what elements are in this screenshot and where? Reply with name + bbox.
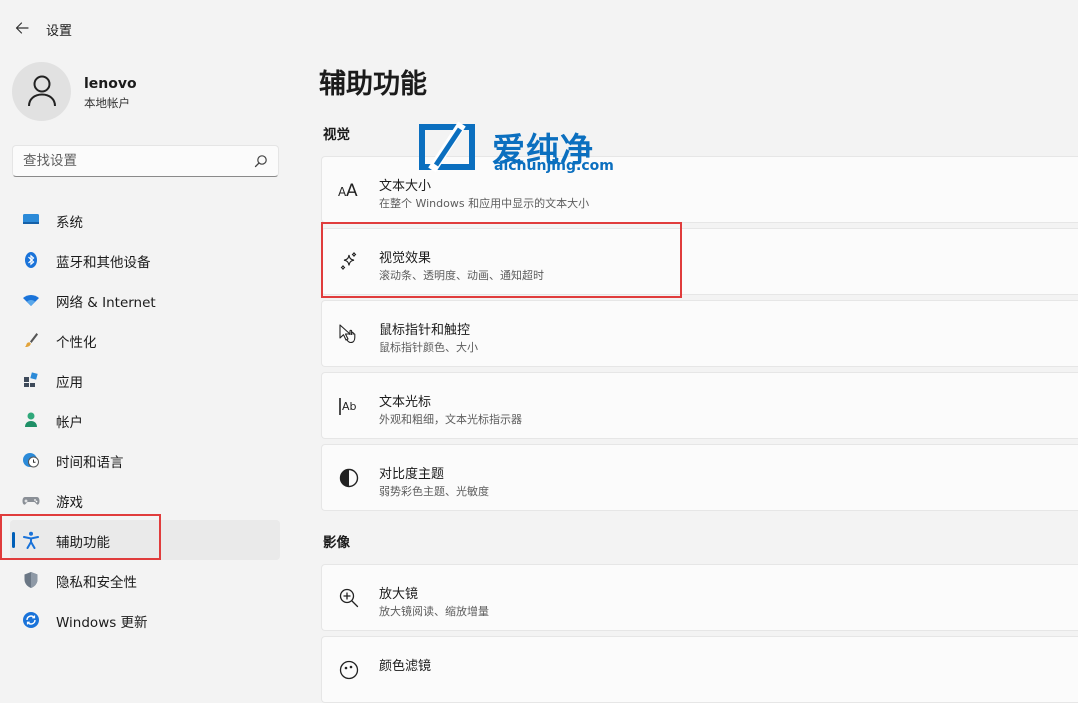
person-outline-icon — [28, 75, 56, 107]
card-description: 滚动条、透明度、动画、通知超时 — [379, 269, 544, 282]
card-description: 在整个 Windows 和应用中显示的文本大小 — [379, 197, 590, 210]
sidebar-item-apps[interactable]: 应用 — [10, 360, 280, 400]
sidebar-item-label: 游戏 — [56, 495, 83, 511]
card-description: 外观和粗细，文本光标指示器 — [379, 413, 522, 426]
card-title: 视觉效果 — [379, 251, 432, 266]
sidebar-item-label: 时间和语言 — [56, 455, 124, 471]
bluetooth-icon — [25, 252, 37, 268]
brush-icon — [25, 333, 38, 348]
app-title: 设置 — [46, 24, 73, 39]
sidebar-item-label: 隐私和安全性 — [56, 575, 137, 591]
sidebar-item-label: Windows 更新 — [56, 615, 148, 631]
sidebar-item-label: 蓝牙和其他设备 — [56, 255, 151, 271]
sidebar-item-time-language[interactable]: 时间和语言 — [10, 440, 280, 480]
sidebar-item-label: 个性化 — [56, 335, 97, 351]
section-title-imaging: 影像 — [323, 535, 350, 551]
search-box[interactable] — [12, 145, 279, 177]
card-title: 对比度主题 — [379, 467, 445, 482]
title-bar: 设置 — [0, 0, 1078, 58]
accessibility-icon — [23, 531, 39, 549]
card-title: 文本光标 — [379, 395, 432, 410]
sidebar-item-accounts[interactable]: 帐户 — [10, 400, 280, 440]
user-name: lenovo — [84, 76, 137, 92]
sidebar-nav: 系统 蓝牙和其他设备 网络 & Internet 个性化 应用 帐户 时间和语言… — [10, 200, 280, 640]
wifi-icon — [23, 295, 39, 306]
contrast-icon — [339, 468, 359, 488]
magnifier-icon — [339, 588, 359, 608]
settings-card-contrast-themes[interactable]: 对比度主题 弱势彩色主题、光敏度 — [321, 444, 1078, 511]
sidebar-item-gaming[interactable]: 游戏 — [10, 480, 280, 520]
selection-indicator — [12, 532, 15, 548]
sidebar-item-system[interactable]: 系统 — [10, 200, 280, 240]
globe-clock-icon — [23, 453, 39, 468]
color-filter-icon — [339, 660, 359, 680]
sidebar-item-accessibility[interactable]: 辅助功能 — [10, 520, 280, 560]
settings-card-text-cursor[interactable]: Ab 文本光标 外观和粗细，文本光标指示器 — [321, 372, 1078, 439]
avatar — [12, 62, 71, 121]
settings-card-color-filters[interactable]: 颜色滤镜 — [321, 636, 1078, 703]
text-cursor-icon: Ab — [339, 398, 357, 415]
card-description: 鼠标指针颜色、大小 — [379, 341, 478, 354]
watermark-logo-icon — [419, 121, 475, 173]
card-description: 放大镜阅读、缩放增量 — [379, 605, 489, 618]
update-icon — [23, 612, 39, 628]
sidebar-item-personalization[interactable]: 个性化 — [10, 320, 280, 360]
settings-card-mouse-pointer-touch[interactable]: 鼠标指针和触控 鼠标指针颜色、大小 — [321, 300, 1078, 367]
sidebar-item-bluetooth[interactable]: 蓝牙和其他设备 — [10, 240, 280, 280]
back-button[interactable] — [12, 18, 32, 38]
gamepad-icon — [22, 497, 40, 505]
shield-icon — [24, 572, 38, 588]
sidebar-item-label: 系统 — [56, 215, 83, 231]
search-icon[interactable] — [254, 154, 268, 168]
svg-text:Ab: Ab — [342, 400, 357, 413]
arrow-left-icon — [15, 22, 29, 34]
sidebar-item-label: 辅助功能 — [56, 535, 110, 551]
watermark: 爱纯净 aichunjing.com — [416, 121, 616, 179]
card-title: 颜色滤镜 — [379, 659, 432, 674]
account-type: 本地帐户 — [84, 96, 130, 110]
search-input[interactable] — [23, 152, 243, 170]
card-title: 放大镜 — [379, 587, 419, 602]
sidebar-item-label: 帐户 — [56, 415, 83, 431]
sparkle-icon — [340, 252, 357, 270]
text-size-icon: A A — [338, 181, 358, 201]
card-title: 鼠标指针和触控 — [379, 323, 471, 338]
user-profile[interactable]: lenovo 本地帐户 — [12, 62, 282, 124]
section-title-vision: 视觉 — [323, 127, 350, 143]
pointer-touch-icon — [339, 324, 356, 344]
watermark-url: aichunjing.com — [494, 158, 614, 174]
monitor-icon — [23, 214, 39, 224]
apps-icon — [24, 372, 38, 387]
page-title: 辅助功能 — [319, 69, 427, 100]
sidebar-item-label: 应用 — [56, 375, 83, 391]
card-description: 弱势彩色主题、光敏度 — [379, 485, 489, 498]
sidebar-item-windows-update[interactable]: Windows 更新 — [10, 600, 280, 640]
sidebar-item-network[interactable]: 网络 & Internet — [10, 280, 280, 320]
person-icon — [25, 412, 37, 427]
sidebar-item-privacy-security[interactable]: 隐私和安全性 — [10, 560, 280, 600]
settings-card-visual-effects[interactable]: 视觉效果 滚动条、透明度、动画、通知超时 — [321, 228, 1078, 295]
svg-text:A: A — [346, 181, 358, 201]
sidebar-item-label: 网络 & Internet — [56, 295, 156, 311]
settings-card-magnifier[interactable]: 放大镜 放大镜阅读、缩放增量 — [321, 564, 1078, 631]
